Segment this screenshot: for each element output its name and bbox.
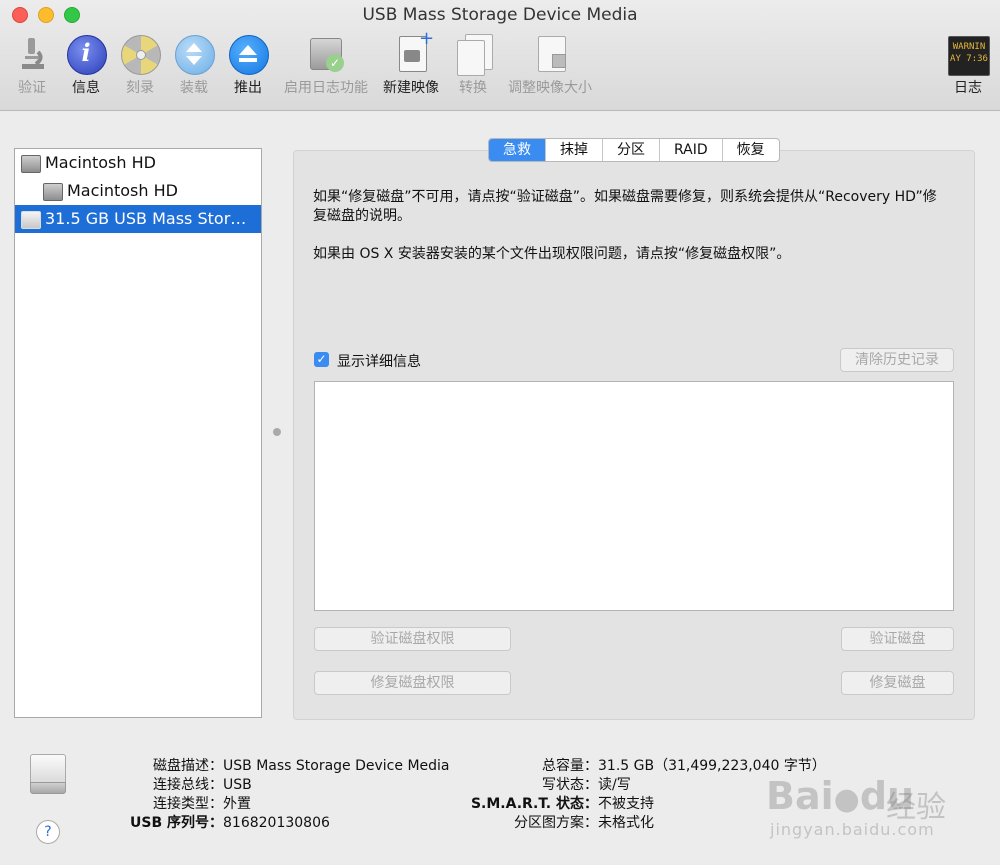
toolbar-eject-button[interactable]: 推出 [210,34,286,97]
watermark-brand: Bai [766,774,834,818]
toolbar-journal-label: 启用日志功能 [284,80,368,96]
log-icon-line-1: WARNIN [952,42,986,52]
verify-disk-button[interactable]: 验证磁盘 [841,627,954,651]
info-value: USB [223,777,252,793]
toolbar-log-button[interactable]: WARNIN AY 7:36 日志 [930,34,1000,97]
repair-disk-button[interactable]: 修复磁盘 [841,671,954,695]
info-smart-status: S.M.A.R.T. 状态：不被支持 [440,793,654,813]
info-usb-serial: USB 序列号：816820130806 [120,812,330,832]
info-key: USB 序列号： [130,815,223,831]
tab-bar: 急救 抹掉 分区 RAID 恢复 [488,138,780,162]
first-aid-description: 如果“修复磁盘”不可用，请点按“验证磁盘”。如果磁盘需要修复，则系统会提供从“R… [313,189,937,224]
hard-disk-icon [43,183,63,201]
log-icon: WARNIN AY 7:36 [948,34,990,76]
show-details-checkbox[interactable]: ✓ [314,352,329,367]
clear-history-button[interactable]: 清除历史记录 [840,348,954,372]
info-icon: i [66,34,107,75]
toolbar-eject-label: 推出 [234,80,262,96]
info-value: USB Mass Storage Device Media [223,758,450,774]
info-value: 读/写 [598,777,631,793]
hard-disk-icon [21,155,41,173]
volume-item-macintosh-hd[interactable]: Macintosh HD [15,177,261,205]
mount-icon [174,34,215,75]
new-image-icon: + [391,28,434,74]
usb-disk-icon [21,211,41,229]
info-value: 816820130806 [223,815,330,831]
disk-list: Macintosh HD Macintosh HD 31.5 GB USB Ma… [14,148,262,718]
watermark-url: jingyan.baidu.com [770,820,935,839]
info-connection-bus: 连接总线：USB [120,774,252,794]
disk-item-macintosh-hd[interactable]: Macintosh HD [15,149,261,177]
toolbar-resize-image-button[interactable]: 调整映像大小 [500,34,600,97]
toolbar-area: USB Mass Storage Device Media 验证 i 信息 刻录… [0,0,1000,111]
info-value: 不被支持 [598,796,654,812]
burn-icon [120,34,161,75]
info-key: S.M.A.R.T. 状态： [470,796,598,812]
toolbar-resize-image-label: 调整映像大小 [508,80,592,96]
info-value: 未格式化 [598,815,654,831]
resize-image-icon [530,34,570,74]
show-details-label: 显示详细信息 [337,354,421,370]
tab-first-aid[interactable]: 急救 [489,139,546,161]
info-key: 写状态： [542,777,598,793]
disk-item-usb-storage[interactable]: 31.5 GB USB Mass Stor… [15,205,261,233]
repair-permissions-button[interactable]: 修复磁盘权限 [314,671,511,695]
info-value: 外置 [223,796,251,812]
help-button[interactable]: ? [36,820,60,844]
baidu-watermark: Bai●du 经验 jingyan.baidu.com [762,756,982,846]
tab-restore[interactable]: 恢复 [723,139,779,161]
split-view-handle[interactable] [273,428,281,436]
window-title: USB Mass Storage Device Media [362,5,638,25]
verify-permissions-button[interactable]: 验证磁盘权限 [314,627,511,651]
external-disk-icon [30,754,66,794]
toolbar-log-label: 日志 [954,80,982,96]
disk-item-label: 31.5 GB USB Mass Stor… [45,209,247,228]
info-connection-type: 连接类型：外置 [120,793,251,813]
convert-icon [453,34,493,76]
info-key: 磁盘描述： [153,758,223,774]
permissions-description: 如果由 OS X 安装器安装的某个文件出现权限问题，请点按“修复磁盘权限”。 [313,246,791,262]
paw-icon: ● [833,782,860,817]
journal-icon: ✓ [306,34,346,74]
info-key: 连接总线： [153,777,223,793]
info-partition-scheme: 分区图方案：未格式化 [440,812,654,832]
info-key: 总容量： [542,758,598,774]
toolbar-journal-button[interactable]: ✓ 启用日志功能 [276,34,376,97]
disk-item-label: Macintosh HD [45,153,156,172]
tab-partition[interactable]: 分区 [603,139,660,161]
log-icon-line-2: AY 7:36 [950,54,988,64]
volume-item-label: Macintosh HD [67,181,178,200]
eject-icon [228,34,269,75]
info-key: 连接类型： [153,796,223,812]
details-log-area[interactable] [314,381,954,611]
info-write-status: 写状态：读/写 [440,774,631,794]
microscope-icon [12,34,52,74]
info-key: 分区图方案： [514,815,598,831]
tab-raid[interactable]: RAID [660,139,723,161]
info-disk-description: 磁盘描述：USB Mass Storage Device Media [120,755,450,775]
tab-erase[interactable]: 抹掉 [546,139,603,161]
